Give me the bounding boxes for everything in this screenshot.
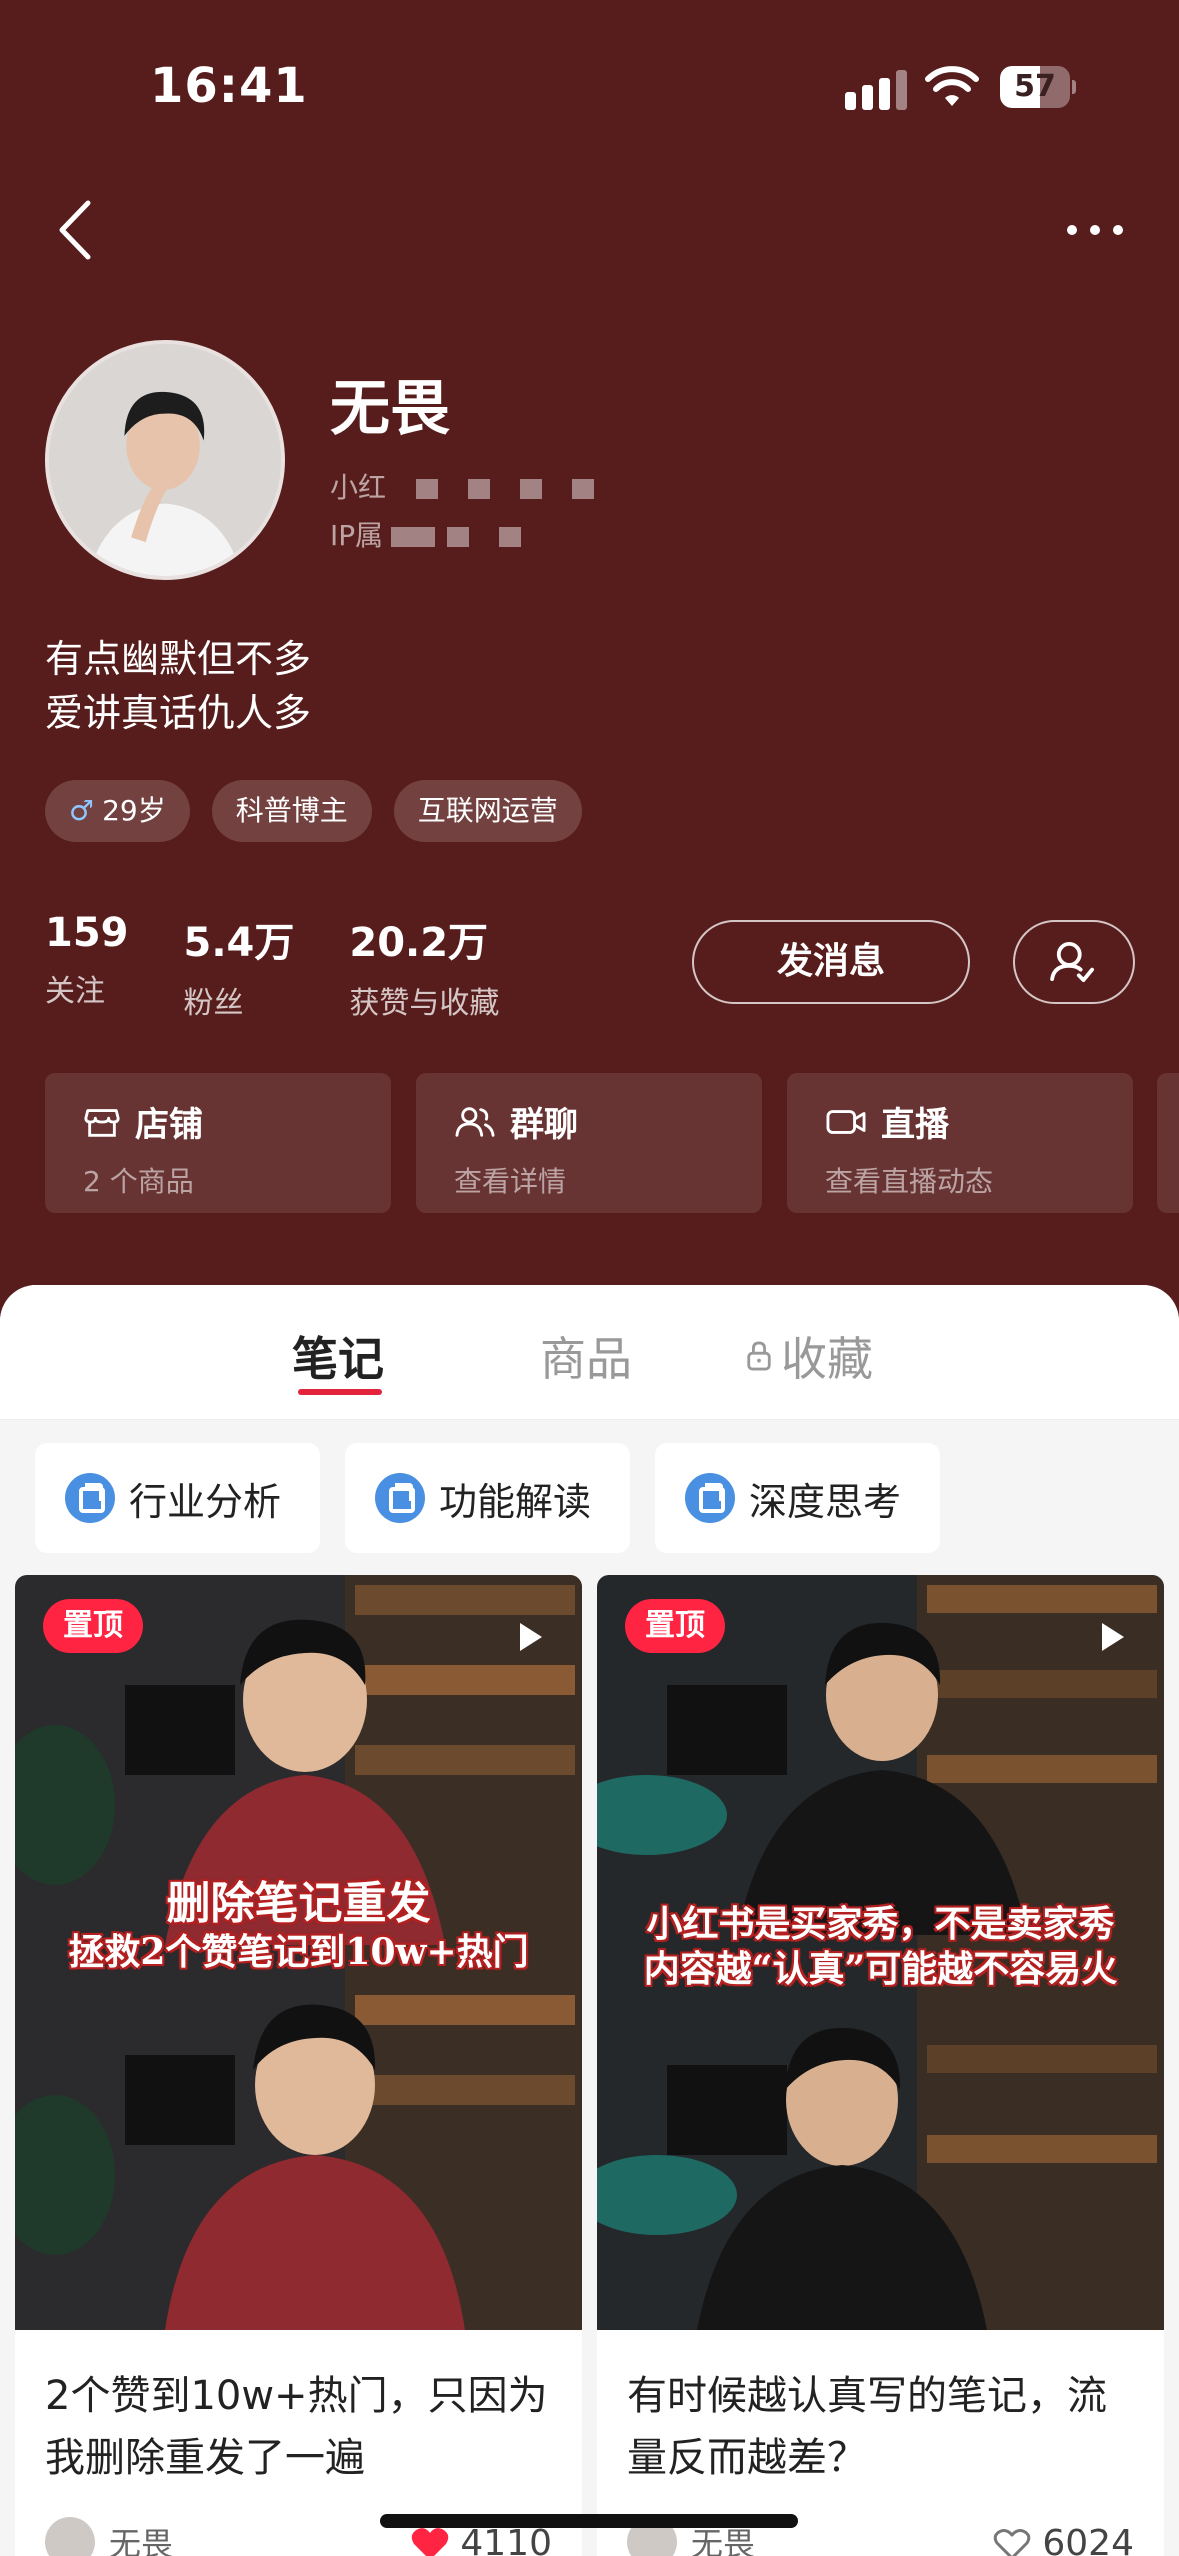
note-cover-image: 删除笔记重发 拯救2个赞笔记到10w+热门 置顶 — [15, 1575, 582, 2330]
card-subtitle: 查看详情 — [454, 1165, 567, 1198]
bio-line: 有点幽默但不多 — [45, 637, 312, 681]
like-count: 6024 — [1042, 2523, 1134, 2556]
tag-age: ♂ 29岁 — [45, 780, 190, 842]
video-play-icon — [520, 1623, 542, 1651]
like-button[interactable]: 6024 — [992, 2523, 1134, 2556]
cover-caption-line: 小红书是买家秀，不是卖家秀 — [646, 1903, 1115, 1945]
stat-likes-collects[interactable]: 20.2万获赞与收藏 — [349, 910, 499, 1022]
live-icon — [826, 1109, 866, 1134]
card-subtitle: 查看直播动态 — [825, 1165, 994, 1198]
home-indicator[interactable] — [380, 2514, 798, 2528]
stat-followers[interactable]: 5.4万粉丝 — [184, 910, 295, 1022]
group-chat-card[interactable]: 群聊 查看详情 — [416, 1073, 762, 1213]
quick-cards: 店铺 2 个商品 群聊 查看详情 直播 查看直播动态 — [45, 1073, 1133, 1213]
pinned-badge: 置顶 — [625, 1599, 725, 1653]
store-card[interactable]: 店铺 2 个商品 — [45, 1073, 391, 1213]
heart-outline-icon — [994, 2528, 1031, 2556]
content-sheet: 笔记 商品 收藏 行业分析 功能解读 深度思考 删除笔记重发 拯救2个赞笔记到1… — [0, 1285, 1179, 2556]
heart-filled-icon — [412, 2527, 449, 2556]
profile-name: 无畏 — [330, 374, 450, 444]
note-title: 2个赞到10w+热门，只因为我删除重发了一遍 — [45, 2373, 548, 2481]
wifi-icon — [925, 66, 979, 106]
note-title: 有时候越认真写的笔记，流量反而越差？ — [627, 2373, 1107, 2481]
stat-following[interactable]: 159 关注 — [45, 910, 129, 1022]
back-button[interactable] — [50, 195, 100, 265]
author-avatar — [45, 2517, 95, 2556]
tag-category: 科普博主 — [211, 780, 372, 842]
redacted-block — [572, 479, 595, 499]
avatar-image — [49, 344, 281, 576]
chip-label: 功能解读 — [439, 1479, 592, 1524]
more-options-button[interactable] — [1060, 205, 1130, 255]
redacted-block — [447, 527, 470, 547]
lock-icon — [747, 1341, 771, 1371]
note-card[interactable]: 删除笔记重发 拯救2个赞笔记到10w+热门 置顶 2个赞到10w+热门，只因为我… — [15, 1575, 582, 2556]
bio-line: 爱讲真话仇人多 — [45, 691, 312, 735]
tab-label: 收藏 — [781, 1332, 873, 1386]
card-subtitle: 2 个商品 — [83, 1165, 194, 1198]
tag-label: 科普博主 — [235, 794, 348, 827]
tab-notes[interactable]: 笔记 — [292, 1323, 384, 1389]
profile-ip-line: IP属 — [330, 514, 522, 554]
card-title: 直播 — [881, 1105, 949, 1145]
profile-stats: 159 关注 5.4万粉丝 20.2万获赞与收藏 — [45, 910, 554, 1022]
cover-caption-line: 拯救2个赞笔记到10w+热门 — [68, 1931, 529, 1973]
tag-label: 互联网运营 — [417, 794, 558, 827]
card-title: 店铺 — [135, 1105, 203, 1145]
live-card[interactable]: 直播 查看直播动态 — [787, 1073, 1133, 1213]
cover-caption-line: 删除笔记重发 — [166, 1878, 431, 1929]
collection-chip-deep-thinking[interactable]: 深度思考 — [655, 1443, 940, 1553]
cover-caption-line: 内容越“认真”可能越不容易火 — [643, 1948, 1118, 1990]
author-name: 无畏 — [109, 2525, 174, 2556]
collection-chip-features[interactable]: 功能解读 — [345, 1443, 630, 1553]
more-cards-peek[interactable] — [1157, 1073, 1179, 1213]
stat-value: 20.2万 — [349, 920, 489, 966]
redacted-block — [391, 527, 436, 547]
profile-id-line: 小红 — [330, 466, 595, 506]
stat-value: 5.4万 — [183, 920, 295, 966]
tag-label: 29岁 — [102, 794, 166, 827]
stat-label: 获赞与收藏 — [349, 986, 500, 1021]
collection-icon — [375, 1473, 425, 1523]
stat-value: 159 — [45, 910, 129, 956]
battery-icon: 57 — [1000, 66, 1076, 108]
pinned-badge: 置顶 — [43, 1599, 143, 1653]
store-icon — [84, 1108, 120, 1137]
profile-ip-label: IP属 — [330, 519, 384, 552]
redacted-block — [416, 479, 439, 499]
collection-icon — [65, 1473, 115, 1523]
send-message-button[interactable]: 发消息 — [692, 920, 970, 1004]
collection-chips: 行业分析 功能解读 深度思考 — [35, 1443, 940, 1553]
battery-level: 57 — [1014, 69, 1056, 104]
collection-chip-industry[interactable]: 行业分析 — [35, 1443, 320, 1553]
chip-label: 深度思考 — [749, 1479, 902, 1524]
chip-label: 行业分析 — [129, 1479, 282, 1524]
tag-profession: 互联网运营 — [393, 780, 582, 842]
user-check-icon — [1050, 942, 1094, 982]
stat-label: 关注 — [45, 974, 105, 1009]
profile-tags: ♂ 29岁 科普博主 互联网运营 — [45, 780, 582, 842]
redacted-block — [499, 527, 522, 547]
stat-label: 粉丝 — [183, 986, 244, 1021]
male-icon: ♂ — [69, 794, 95, 827]
tab-products[interactable]: 商品 — [540, 1323, 632, 1389]
video-play-icon — [1102, 1623, 1124, 1651]
avatar[interactable] — [45, 340, 285, 580]
active-tab-indicator — [298, 1389, 382, 1395]
collection-icon — [685, 1473, 735, 1523]
note-author[interactable]: 无畏 — [45, 2517, 173, 2556]
note-card[interactable]: 小红书是买家秀，不是卖家秀 内容越“认真”可能越不容易火 置顶 有时候越认真写的… — [597, 1575, 1164, 2556]
followed-status-button[interactable] — [1013, 920, 1135, 1004]
cellular-signal-icon — [845, 70, 907, 110]
group-icon — [455, 1106, 495, 1137]
note-cover-image: 小红书是买家秀，不是卖家秀 内容越“认真”可能越不容易火 置顶 — [597, 1575, 1164, 2330]
redacted-block — [520, 479, 543, 499]
profile-id-label: 小红 — [330, 471, 387, 504]
status-time: 16:41 — [150, 58, 308, 114]
tab-bar: 笔记 商品 收藏 — [0, 1285, 1179, 1420]
redacted-block — [468, 479, 491, 499]
tab-collections[interactable]: 收藏 — [745, 1323, 873, 1389]
card-title: 群聊 — [510, 1105, 578, 1145]
